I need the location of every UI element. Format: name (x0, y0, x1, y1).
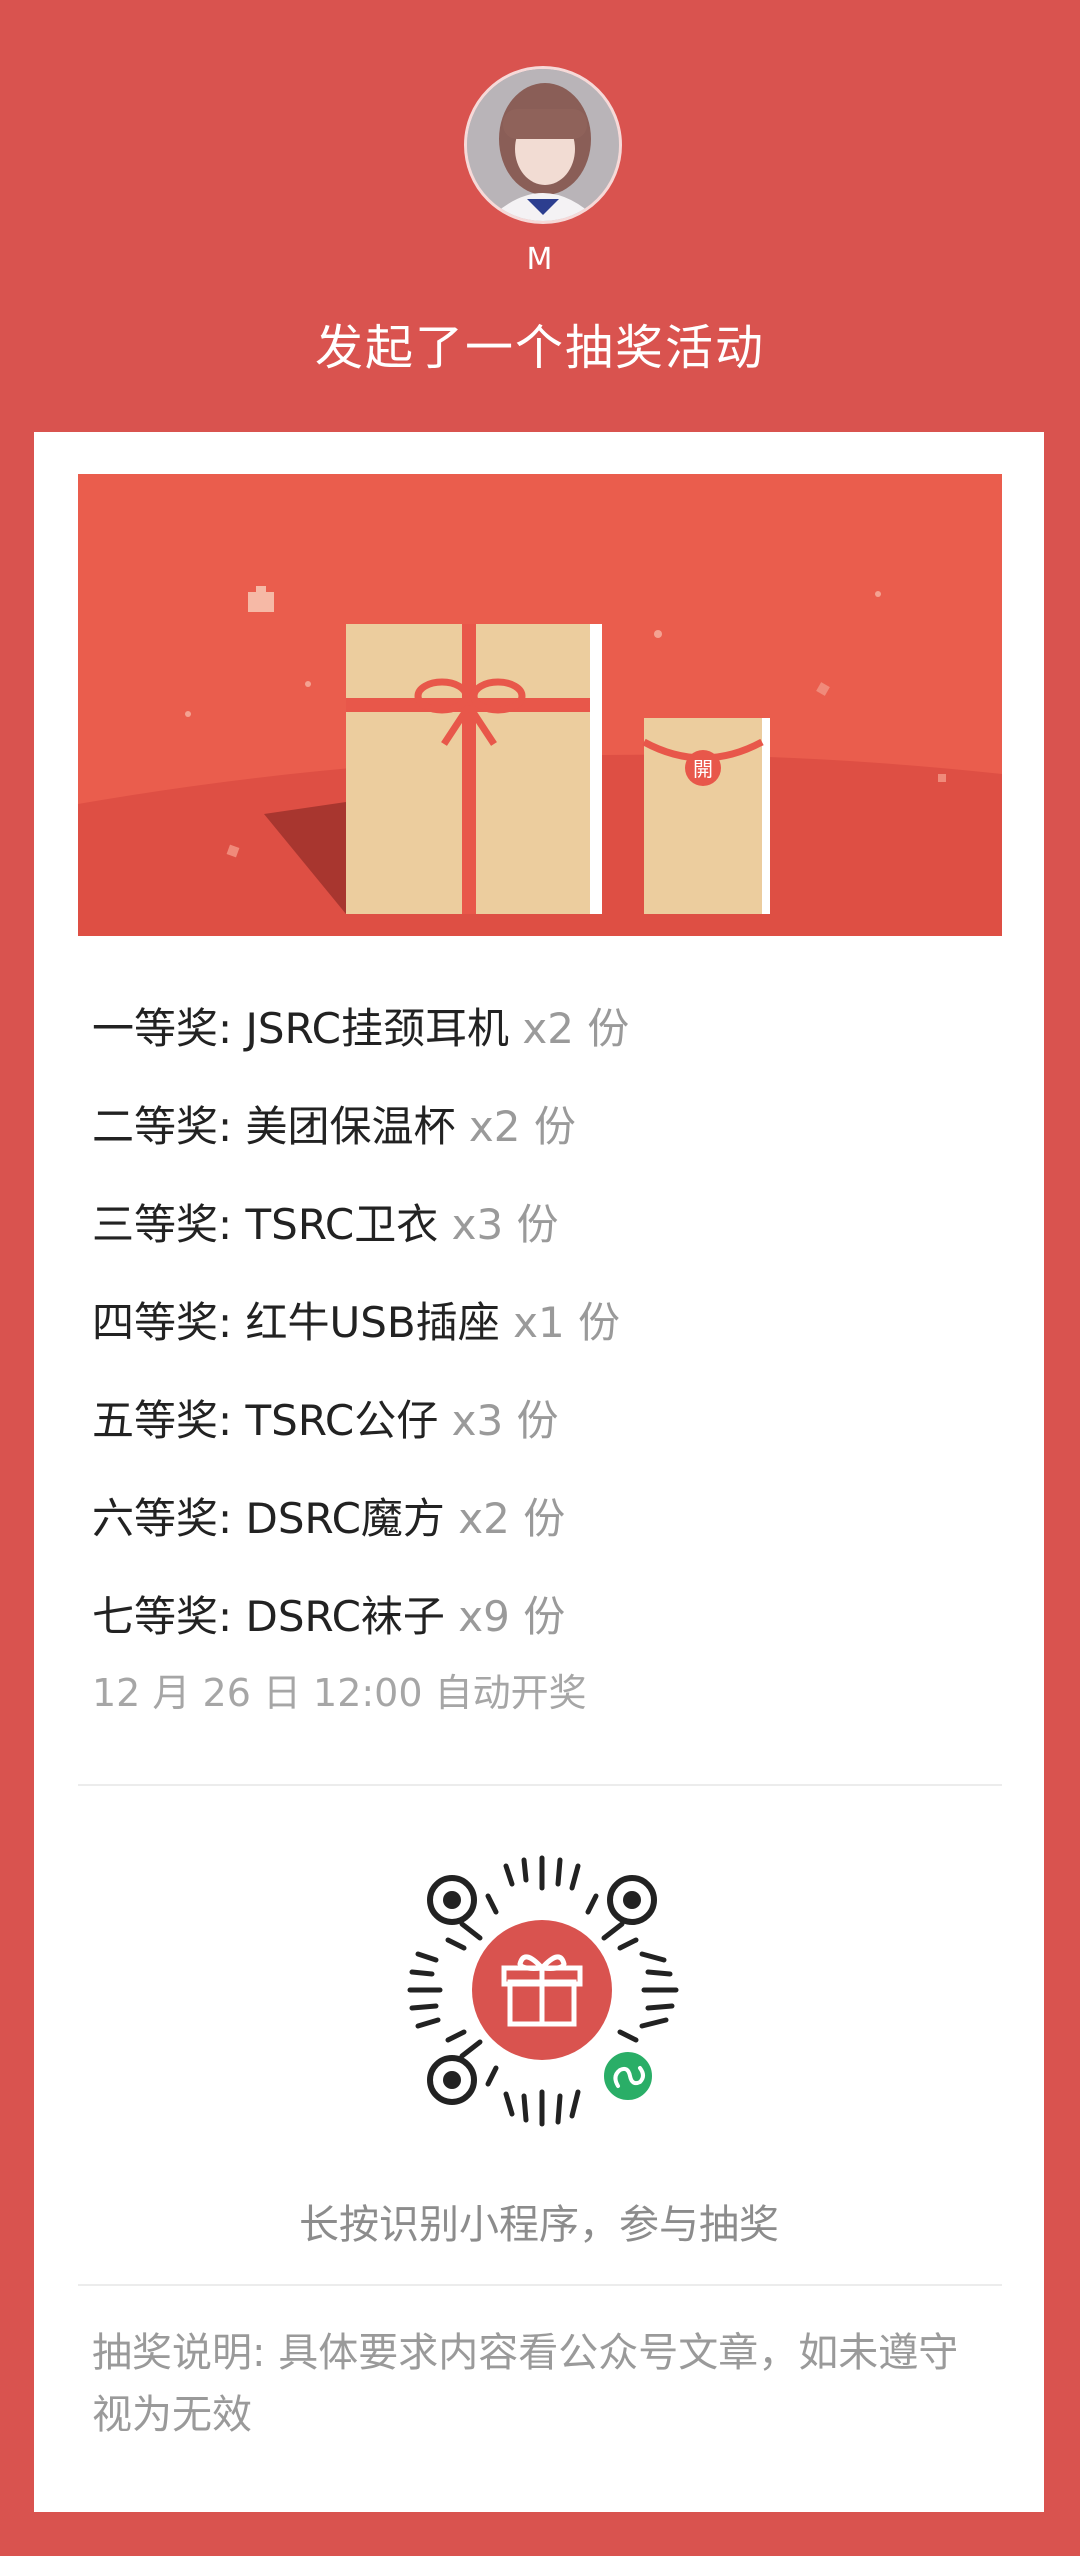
prize-item: 七等奖: DSRC袜子 x9 份 (92, 1568, 992, 1666)
username: M (526, 242, 554, 277)
mini-program-code[interactable] (392, 1840, 692, 2140)
gift-illustration: 開 (78, 474, 1002, 936)
prize-quantity: x3 份 (451, 1396, 559, 1445)
lottery-card: 開 一等奖: JSRC挂颈耳机 x2 份 二等奖: 美团保温杯 x2 份 三等奖… (34, 432, 1044, 2512)
prize-tier: 五等奖: (92, 1396, 233, 1445)
prize-tier: 二等奖: (92, 1102, 233, 1151)
gift-banner: 開 (78, 474, 1002, 936)
prize-item: 三等奖: TSRC卫衣 x3 份 (92, 1176, 992, 1274)
prize-name: DSRC袜子 (245, 1592, 445, 1641)
prize-item: 五等奖: TSRC公仔 x3 份 (92, 1372, 992, 1470)
prize-quantity: x3 份 (451, 1200, 559, 1249)
prize-tier: 六等奖: (92, 1494, 233, 1543)
lottery-rules: 抽奖说明: 具体要求内容看公众号文章，如未遵守视为无效 (92, 2330, 959, 2438)
prize-tier: 四等奖: (92, 1298, 233, 1347)
prize-list: 一等奖: JSRC挂颈耳机 x2 份 二等奖: 美团保温杯 x2 份 三等奖: … (92, 980, 992, 1666)
draw-time: 12 月 26 日 12:00 自动开奖 (92, 1671, 587, 1715)
prize-quantity: x9 份 (458, 1592, 566, 1641)
prize-item: 六等奖: DSRC魔方 x2 份 (92, 1470, 992, 1568)
prize-item: 一等奖: JSRC挂颈耳机 x2 份 (92, 980, 992, 1078)
prize-item: 二等奖: 美团保温杯 x2 份 (92, 1078, 992, 1176)
prize-name: 红牛USB插座 (245, 1298, 500, 1347)
prize-tier: 一等奖: (92, 1004, 233, 1053)
headline: 发起了一个抽奖活动 (314, 320, 765, 376)
qr-caption: 长按识别小程序，参与抽奖 (299, 2202, 779, 2248)
prize-item: 四等奖: 红牛USB插座 x1 份 (92, 1274, 992, 1372)
avatar-image (467, 69, 619, 221)
prize-name: DSRC魔方 (245, 1494, 445, 1543)
prize-tier: 七等奖: (92, 1592, 233, 1641)
prize-quantity: x2 份 (522, 1004, 630, 1053)
envelope-seal: 開 (693, 757, 713, 781)
avatar[interactable] (464, 66, 622, 224)
divider (78, 2284, 1002, 2286)
divider (78, 1784, 1002, 1786)
prize-name: JSRC挂颈耳机 (245, 1004, 509, 1053)
prize-tier: 三等奖: (92, 1200, 233, 1249)
prize-quantity: x2 份 (458, 1494, 566, 1543)
header: M 发起了一个抽奖活动 (0, 0, 1080, 430)
prize-name: TSRC公仔 (245, 1396, 439, 1445)
prize-quantity: x1 份 (513, 1298, 621, 1347)
qr-code-image (407, 1855, 679, 2127)
prize-name: 美团保温杯 (245, 1102, 456, 1151)
mini-program-icon (600, 2048, 656, 2104)
prize-quantity: x2 份 (468, 1102, 576, 1151)
prize-name: TSRC卫衣 (245, 1200, 439, 1249)
small-gift-icon (248, 592, 274, 612)
